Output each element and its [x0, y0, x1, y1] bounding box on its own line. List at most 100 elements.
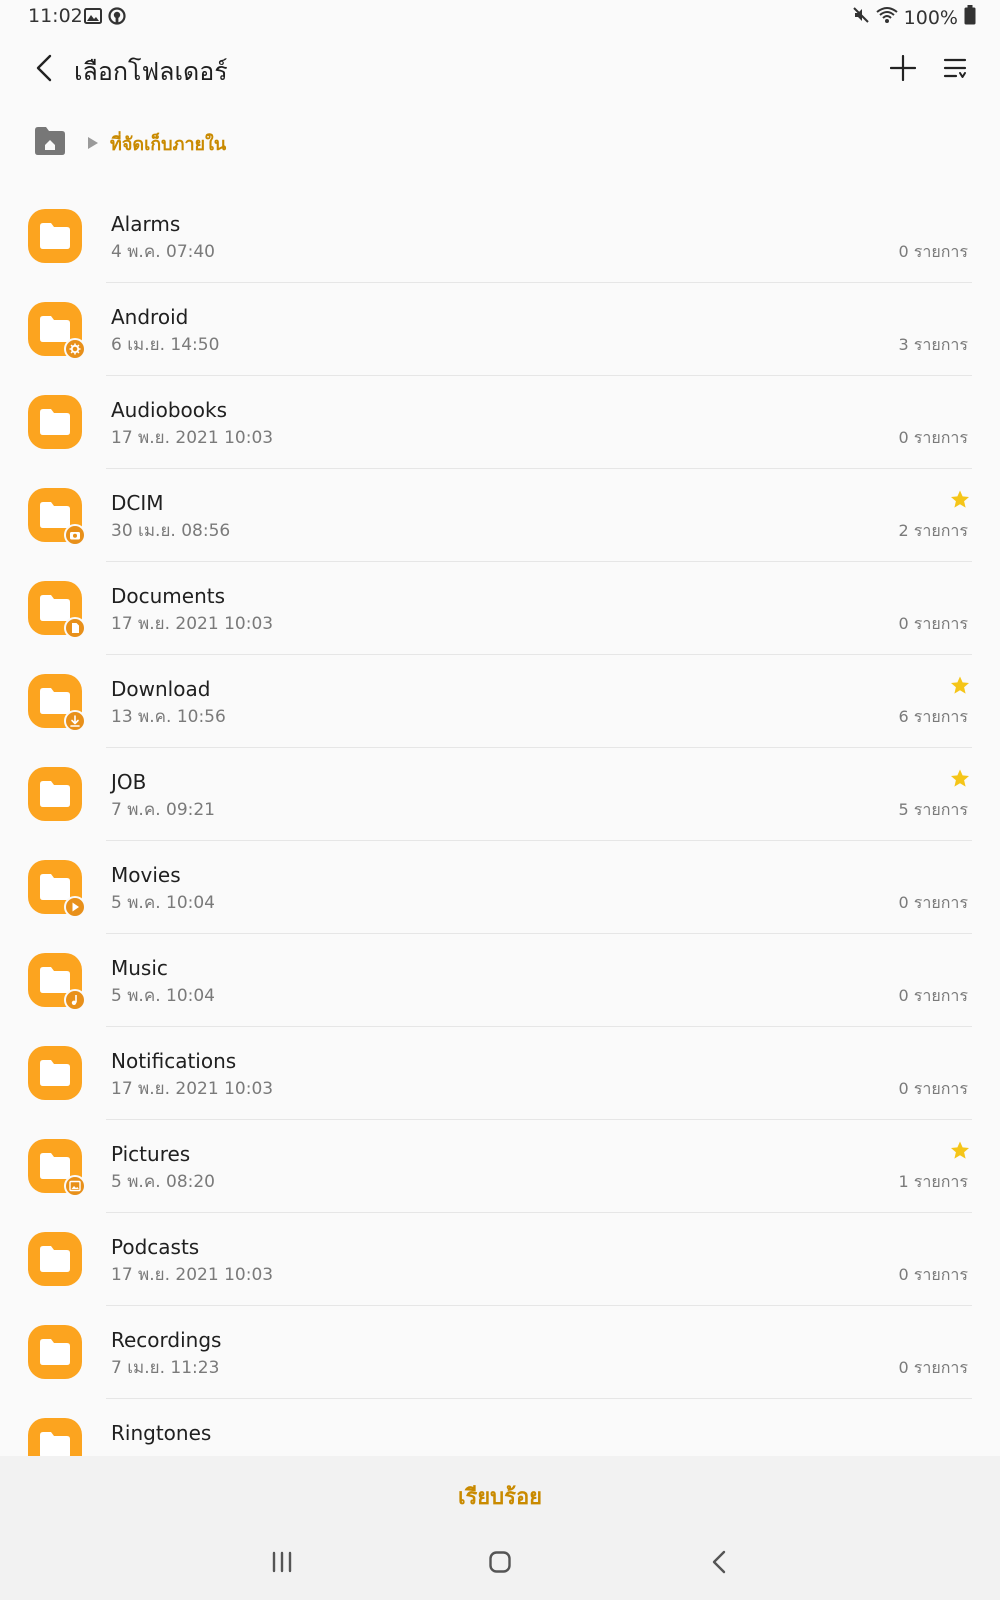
system-nav-bar	[0, 1540, 1000, 1600]
folder-date: 6 เม.ย. 14:50	[111, 335, 220, 355]
image-icon	[84, 7, 102, 29]
download-badge-icon	[64, 710, 86, 732]
folder-row[interactable]: Download 13 พ.ค. 10:56 6 รายการ	[0, 655, 1000, 748]
folder-date: 13 พ.ค. 10:56	[111, 707, 226, 727]
back-button[interactable]	[26, 52, 62, 88]
folder-name: Download	[111, 677, 211, 701]
folder-date: 17 พ.ย. 2021 10:03	[111, 1265, 274, 1285]
wifi-icon	[876, 6, 898, 29]
folder-icon	[28, 209, 86, 267]
folder-date: 17 พ.ย. 2021 10:03	[111, 614, 274, 634]
item-count: 1 รายการ	[898, 1172, 968, 1191]
folder-name: Audiobooks	[111, 398, 228, 422]
item-count: 0 รายการ	[898, 1358, 968, 1377]
folder-icon	[28, 395, 86, 453]
battery-icon	[964, 5, 976, 30]
folder-row[interactable]: Audiobooks 17 พ.ย. 2021 10:03 0 รายการ	[0, 376, 1000, 469]
status-bar: 11:02 100%	[0, 0, 1000, 34]
folder-row[interactable]: Documents 17 พ.ย. 2021 10:03 0 รายการ	[0, 562, 1000, 655]
sort-menu-button[interactable]	[936, 51, 974, 89]
folder-date: 17 พ.ย. 2021 10:03	[111, 1079, 274, 1099]
folder-date: 5 พ.ค. 08:20	[111, 1172, 216, 1192]
folder-icon	[28, 953, 86, 1011]
breadcrumb-location[interactable]: ที่จัดเก็บภายใน	[110, 129, 226, 158]
item-count: 0 รายการ	[898, 242, 968, 261]
folder-icon	[28, 860, 86, 918]
item-count: 0 รายการ	[898, 986, 968, 1005]
done-button[interactable]: เรียบร้อย	[400, 1470, 600, 1522]
folder-row[interactable]: Android 6 เม.ย. 14:50 3 รายการ	[0, 283, 1000, 376]
folder-date: 4 พ.ค. 07:40	[111, 242, 216, 262]
triangle-right-icon	[87, 135, 99, 154]
star-icon[interactable]	[950, 1141, 970, 1164]
folder-name: DCIM	[111, 491, 164, 515]
music-badge-icon	[64, 989, 86, 1011]
github-icon	[108, 7, 126, 29]
item-count: 0 รายการ	[898, 1079, 968, 1098]
folder-row[interactable]: JOB 7 พ.ค. 09:21 5 รายการ	[0, 748, 1000, 841]
item-count: 3 รายการ	[898, 335, 968, 354]
status-right-group: 100%	[852, 5, 976, 30]
folder-name: JOB	[111, 770, 147, 794]
folder-name: Ringtones	[111, 1421, 212, 1445]
folder-icon	[28, 1139, 86, 1197]
item-count: 0 รายการ	[898, 1265, 968, 1284]
camera-badge-icon	[64, 524, 86, 546]
folder-name: Notifications	[111, 1049, 237, 1073]
folder-row[interactable]: Music 5 พ.ค. 10:04 0 รายการ	[0, 934, 1000, 1027]
folder-row[interactable]: Alarms 4 พ.ค. 07:40 0 รายการ	[0, 190, 1000, 283]
sort-menu-icon	[943, 57, 967, 83]
folder-name: Music	[111, 956, 168, 980]
status-time: 11:02	[28, 5, 83, 27]
mute-icon	[852, 6, 870, 29]
folder-icon	[28, 767, 86, 825]
item-count: 0 รายการ	[898, 428, 968, 447]
folder-icon	[28, 1325, 86, 1383]
folder-name: Android	[111, 305, 189, 329]
folder-name: Podcasts	[111, 1235, 200, 1259]
document-badge-icon	[64, 617, 86, 639]
bottom-action-area: เรียบร้อย	[0, 1456, 1000, 1600]
star-icon[interactable]	[950, 769, 970, 792]
folder-row[interactable]: Movies 5 พ.ค. 10:04 0 รายการ	[0, 841, 1000, 934]
folder-list[interactable]: Alarms 4 พ.ค. 07:40 0 รายการ Android 6 เม.ย.…	[0, 190, 1000, 1456]
breadcrumb: ที่จัดเก็บภายใน	[0, 120, 1000, 166]
folder-row[interactable]: DCIM 30 เม.ย. 08:56 2 รายการ	[0, 469, 1000, 562]
recents-icon[interactable]	[270, 1550, 294, 1578]
folder-icon	[28, 1046, 86, 1104]
home-folder-icon[interactable]	[33, 126, 67, 160]
back-icon[interactable]	[708, 1550, 732, 1578]
page-title: เลือกโฟลเดอร์	[74, 57, 228, 86]
folder-icon	[28, 488, 86, 546]
status-notification-icons	[84, 7, 126, 29]
folder-date: 5 พ.ค. 10:04	[111, 986, 216, 1006]
folder-row[interactable]: Notifications 17 พ.ย. 2021 10:03 0 รายการ	[0, 1027, 1000, 1120]
item-count: 0 รายการ	[898, 893, 968, 912]
battery-percent: 100%	[903, 6, 958, 29]
folder-row[interactable]: Pictures 5 พ.ค. 08:20 1 รายการ	[0, 1120, 1000, 1213]
image-badge-icon	[64, 1175, 86, 1197]
folder-row[interactable]: Ringtones	[0, 1399, 1000, 1456]
back-arrow-icon	[34, 53, 54, 87]
folder-icon	[28, 581, 86, 639]
folder-name: Recordings	[111, 1328, 222, 1352]
star-icon[interactable]	[950, 676, 970, 699]
item-count: 0 รายการ	[898, 614, 968, 633]
play-badge-icon	[64, 896, 86, 918]
folder-icon	[28, 1418, 86, 1456]
item-count: 5 รายการ	[898, 800, 968, 819]
item-count: 6 รายการ	[898, 707, 968, 726]
home-icon[interactable]	[488, 1550, 512, 1578]
folder-icon	[28, 302, 86, 360]
plus-icon	[889, 54, 917, 85]
folder-date: 5 พ.ค. 10:04	[111, 893, 216, 913]
add-folder-button[interactable]	[884, 51, 922, 89]
folder-date: 7 เม.ย. 11:23	[111, 1358, 220, 1378]
folder-row[interactable]: Recordings 7 เม.ย. 11:23 0 รายการ	[0, 1306, 1000, 1399]
folder-date: 7 พ.ค. 09:21	[111, 800, 216, 820]
folder-icon	[28, 674, 86, 732]
folder-row[interactable]: Podcasts 17 พ.ย. 2021 10:03 0 รายการ	[0, 1213, 1000, 1306]
folder-date: 17 พ.ย. 2021 10:03	[111, 428, 274, 448]
star-icon[interactable]	[950, 490, 970, 513]
gear-badge-icon	[64, 338, 86, 360]
